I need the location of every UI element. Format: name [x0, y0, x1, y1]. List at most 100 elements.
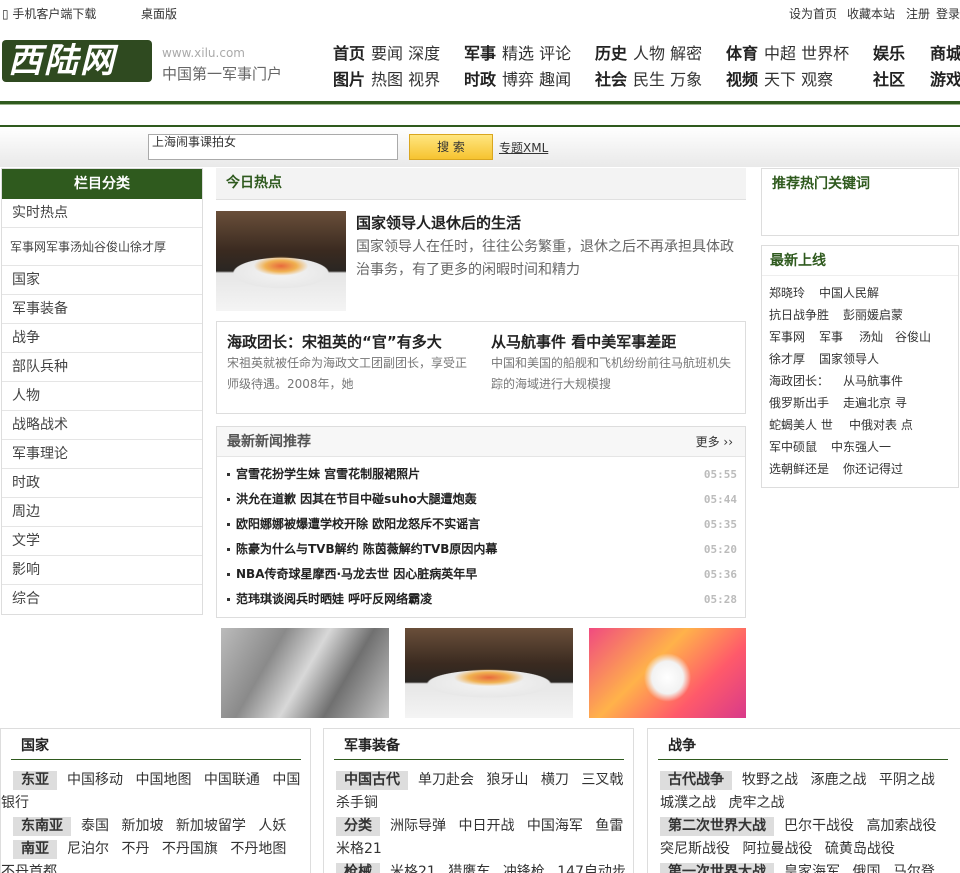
link[interactable]: 单刀赴会 — [418, 772, 474, 788]
sidebar-item-general[interactable]: 综合 — [2, 585, 202, 614]
news-row[interactable]: 洪允在道歉 因其在节目中碰suho大腿遭炮轰 05:44 — [227, 487, 737, 512]
link[interactable]: 突尼斯战役 — [660, 841, 730, 857]
link[interactable]: 高加索战役 — [866, 818, 936, 834]
link[interactable]: 硫黄岛战役 — [825, 841, 895, 857]
nav-item-military[interactable]: 军事 精选 评论 — [464, 40, 571, 64]
sidebar-item-keywords[interactable]: 军事网军事汤灿谷俊山徐才厚 — [2, 228, 202, 266]
tag-label[interactable]: 中国古代 — [336, 771, 408, 790]
nav-item-photos[interactable]: 图片 热图 视界 — [333, 66, 440, 90]
link[interactable]: 不丹地图 — [230, 841, 286, 857]
nav-item-history[interactable]: 历史 人物 解密 — [595, 40, 702, 64]
nav-item-society[interactable]: 社会 民生 万象 — [595, 66, 702, 90]
keyword-link[interactable]: 海政团长： — [769, 372, 829, 389]
link[interactable]: 虎牢之战 — [728, 795, 784, 811]
tag-label[interactable]: 第一次世界大战 — [660, 863, 774, 873]
link[interactable]: 鱼雷 — [595, 818, 623, 834]
link[interactable]: 人妖 — [258, 818, 286, 834]
nav-item-politics[interactable]: 时政 博弈 趣闻 — [464, 66, 571, 90]
sidebar-item-politics[interactable]: 时政 — [2, 469, 202, 498]
news-row[interactable]: 陈豪为什么与TVB解约 陈茵薇解约TVB原因内幕 05:20 — [227, 537, 737, 562]
link[interactable]: 新加坡留学 — [176, 818, 246, 834]
tag-label[interactable]: 东亚 — [13, 771, 57, 790]
keyword-link[interactable]: 汤灿 — [859, 328, 883, 345]
tag-label[interactable]: 东南亚 — [13, 817, 71, 836]
link[interactable]: 巴尔干战役 — [784, 818, 854, 834]
link[interactable]: 不丹首都 — [1, 864, 57, 873]
link[interactable]: 中国移动 — [67, 772, 123, 788]
keyword-link[interactable]: 中东强人一 — [831, 438, 891, 455]
keyword-link[interactable]: 中俄对表 点 — [849, 416, 913, 433]
link[interactable]: 马尔登 — [893, 864, 935, 873]
headline-1-title[interactable]: 海政团长：宋祖英的“官”有多大 — [227, 331, 442, 352]
photo-thumb-3[interactable] — [589, 628, 746, 718]
keyword-link[interactable]: 郑晓玲 — [769, 284, 805, 301]
link[interactable]: 三叉戟 — [581, 772, 623, 788]
link[interactable]: 杀手锏 — [336, 795, 378, 811]
photo-thumb-1[interactable] — [221, 628, 389, 718]
sidebar-item-strategy[interactable]: 战略战术 — [2, 411, 202, 440]
link[interactable]: 中日开战 — [458, 818, 514, 834]
tag-label[interactable]: 古代战争 — [660, 771, 732, 790]
link[interactable]: 阿拉曼战役 — [742, 841, 812, 857]
search-input[interactable]: 上海闹事课拍女 — [148, 134, 398, 160]
link[interactable]: 俄国 — [852, 864, 880, 873]
nav-item-entertainment[interactable]: 娱乐 — [873, 40, 911, 64]
nav-item-mall[interactable]: 商城 — [930, 40, 960, 64]
feature-title[interactable]: 国家领导人退休后的生活 — [356, 212, 521, 233]
keyword-link[interactable]: 抗日战争胜 — [769, 306, 829, 323]
link[interactable]: 银行 — [1, 795, 29, 811]
link[interactable]: 泰国 — [81, 818, 109, 834]
nav-item-sports[interactable]: 体育 中超 世界杯 — [726, 40, 849, 64]
link[interactable]: 猎鹰车 — [448, 864, 490, 873]
news-row[interactable]: NBA传奇球星摩西·马龙去世 因心脏病英年早 05:36 — [227, 562, 737, 587]
photo-thumb-2[interactable] — [405, 628, 573, 718]
topic-xml-link[interactable]: 专题XML — [499, 139, 548, 156]
tag-label[interactable]: 分类 — [336, 817, 380, 836]
link[interactable]: 城濮之战 — [660, 795, 716, 811]
tag-label[interactable]: 南亚 — [13, 840, 57, 859]
nav-item-community[interactable]: 社区 — [873, 66, 911, 90]
keyword-link[interactable]: 徐才厚 — [769, 350, 805, 367]
link[interactable]: 狼牙山 — [486, 772, 528, 788]
link[interactable]: 横刀 — [541, 772, 569, 788]
keyword-link[interactable]: 走遍北京 寻 — [843, 394, 907, 411]
sidebar-item-equipment[interactable]: 军事装备 — [2, 295, 202, 324]
link[interactable]: 洲际导弹 — [390, 818, 446, 834]
link[interactable]: 牧野之战 — [742, 772, 798, 788]
keyword-link[interactable]: 你还记得过 — [843, 460, 903, 477]
keyword-link[interactable]: 中国人民解 — [819, 284, 879, 301]
sidebar-item-people[interactable]: 人物 — [2, 382, 202, 411]
login-link[interactable]: 登录 — [936, 5, 960, 22]
sidebar-item-troops[interactable]: 部队兵种 — [2, 353, 202, 382]
tag-label[interactable]: 第二次世界大战 — [660, 817, 774, 836]
keyword-link[interactable]: 蛇蝎美人 世 — [769, 416, 833, 433]
keyword-link[interactable]: 军事网 — [769, 328, 805, 345]
set-home-link[interactable]: 设为首页 — [789, 5, 837, 22]
link[interactable]: 皇家海军 — [784, 864, 840, 873]
link[interactable]: 中国 — [272, 772, 300, 788]
headline-2-title[interactable]: 从马航事件 看中美军事差距 — [491, 331, 676, 352]
news-row[interactable]: 宫雪花扮学生妹 宫雪花制服裙照片 05:55 — [227, 462, 737, 487]
sidebar-item-neighbors[interactable]: 周边 — [2, 498, 202, 527]
link[interactable]: 中国海军 — [527, 818, 583, 834]
link[interactable]: 米格21 — [390, 864, 436, 873]
link[interactable]: 冲锋枪 — [503, 864, 545, 873]
register-link[interactable]: 注册 — [906, 5, 930, 22]
news-row[interactable]: 范玮琪谈阅兵时晒娃 呼吁反网络霸凌 05:28 — [227, 587, 737, 612]
keyword-link[interactable]: 军事 — [819, 328, 843, 345]
news-row[interactable]: 欧阳娜娜被爆遭学校开除 欧阳龙怒斥不实谣言 05:35 — [227, 512, 737, 537]
desktop-link[interactable]: 桌面版 — [141, 5, 177, 22]
keyword-link[interactable]: 选朝鲜还是 — [769, 460, 829, 477]
keyword-link[interactable]: 彭丽媛启蒙 — [843, 306, 903, 323]
link[interactable]: 中国地图 — [135, 772, 191, 788]
link[interactable]: 不丹 — [121, 841, 149, 857]
sidebar-item-theory[interactable]: 军事理论 — [2, 440, 202, 469]
keyword-link[interactable]: 俄罗斯出手 — [769, 394, 829, 411]
link[interactable]: 尼泊尔 — [67, 841, 109, 857]
sidebar-item-literature[interactable]: 文学 — [2, 527, 202, 556]
search-button[interactable]: 搜 索 — [409, 134, 493, 160]
link[interactable]: 新加坡 — [121, 818, 163, 834]
link[interactable]: 中国联通 — [204, 772, 260, 788]
feature-photo[interactable] — [216, 211, 346, 311]
nav-item-games[interactable]: 游戏 — [930, 66, 960, 90]
